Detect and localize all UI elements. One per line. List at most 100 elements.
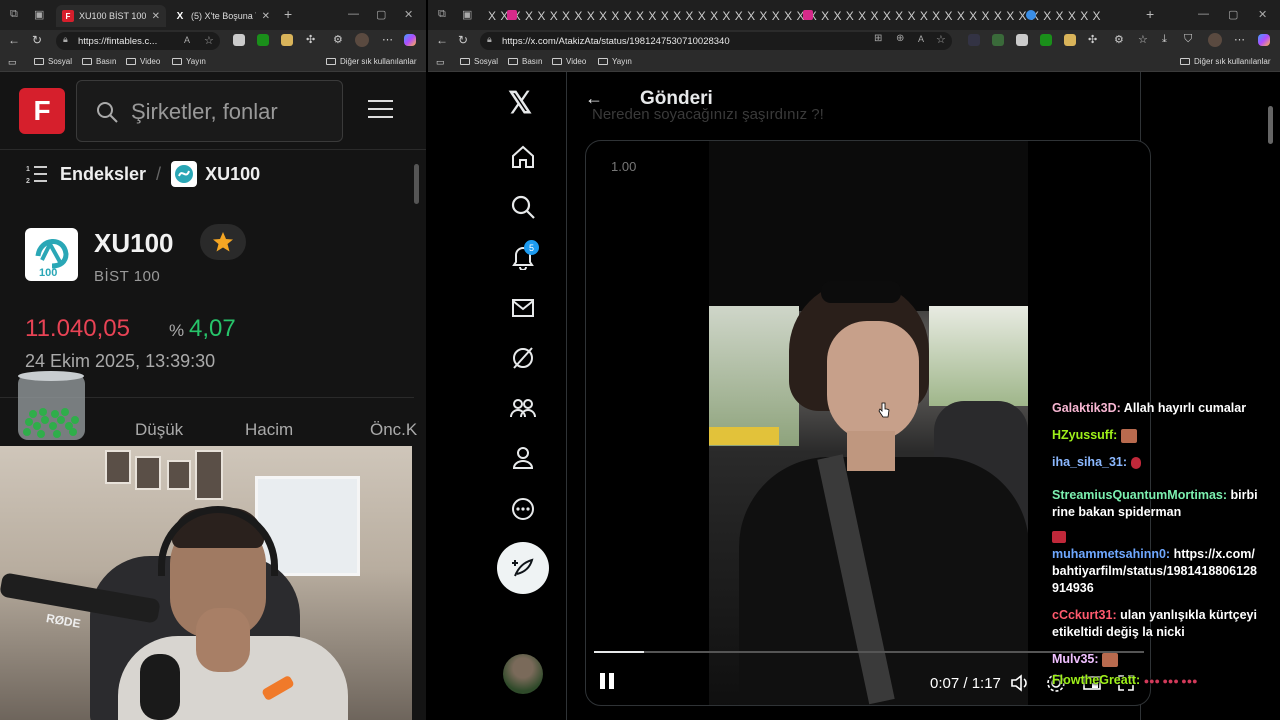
favorite-button[interactable] [200, 224, 246, 260]
breadcrumb-parent[interactable]: Endeksler [60, 164, 146, 185]
profile-icon[interactable] [508, 443, 538, 473]
minimize-icon[interactable]: — [348, 8, 359, 20]
tab-fintables[interactable]: F XU100 BİST 100 Fiy ✕ [56, 5, 166, 27]
extension-icon[interactable] [281, 34, 293, 46]
volume-icon[interactable] [1010, 673, 1030, 693]
wall-frames [105, 450, 225, 506]
zoom-icon[interactable]: ⊕ [896, 33, 904, 44]
bookmark-folder[interactable]: Yayın [172, 57, 206, 66]
communities-icon[interactable] [508, 393, 538, 423]
bookmark-folder[interactable]: Sosyal [460, 57, 498, 66]
workspaces-icon[interactable]: ⧉ [10, 8, 18, 21]
more-icon[interactable] [508, 494, 538, 524]
search-input[interactable]: Şirketler, fonlar [76, 80, 343, 142]
page-title: Gönderi [640, 88, 713, 109]
favorites-icon[interactable]: ☆ [1138, 33, 1148, 46]
scrollbar-thumb[interactable] [414, 164, 419, 204]
breadcrumb-current: XU100 [205, 163, 261, 184]
extension-icon[interactable] [968, 34, 980, 46]
extension-icon[interactable] [992, 34, 1004, 46]
apps-icon[interactable]: ⊞ [874, 33, 882, 44]
tab-actions-icon[interactable]: ▣ [462, 8, 472, 21]
folder-icon [126, 58, 136, 65]
bookmark-folder[interactable]: Video [552, 57, 586, 66]
copilot-icon[interactable] [1258, 34, 1270, 46]
pause-icon[interactable] [598, 671, 616, 691]
instagram-tab-icon[interactable] [803, 10, 813, 20]
bookmark-label: Basın [96, 57, 117, 66]
bookmark-other-folder[interactable]: Diğer sık kullanılanlar [1180, 57, 1270, 66]
favorite-star-icon[interactable]: ☆ [936, 33, 946, 46]
extensions-puzzle-icon[interactable]: ✣ [306, 33, 315, 46]
bookmark-folder[interactable]: Yayın [598, 57, 632, 66]
back-arrow-icon[interactable]: ← [585, 88, 603, 109]
copilot-icon[interactable] [404, 34, 416, 46]
extension-icon[interactable] [1040, 34, 1052, 46]
settings-icon[interactable]: ⚙ [1114, 33, 1124, 46]
compose-post-button[interactable] [497, 542, 549, 594]
extension-icon[interactable] [1016, 34, 1028, 46]
minimize-icon[interactable]: — [1198, 8, 1209, 20]
bookmark-folder[interactable]: Sosyal [34, 57, 72, 66]
tab-x[interactable]: X (5) X'te Boşuna Tıkla ✕ [168, 5, 276, 27]
tab-actions-icon[interactable]: ▣ [34, 8, 44, 21]
hamburger-menu-icon[interactable] [368, 100, 393, 120]
bookmark-other-folder[interactable]: Diğer sık kullanılanlar [326, 57, 416, 66]
maximize-icon[interactable]: ▢ [1228, 8, 1238, 21]
extension-icon[interactable] [257, 34, 269, 46]
folder-icon [552, 58, 562, 65]
page-scrollbar-thumb[interactable] [1268, 106, 1273, 144]
extensions-puzzle-icon[interactable]: ✣ [1088, 33, 1097, 46]
profile-avatar-icon[interactable] [355, 33, 369, 47]
url-text: https://fintables.c... [78, 35, 158, 47]
bookmarks-icon[interactable]: ▭ [8, 57, 17, 68]
home-icon[interactable] [508, 142, 538, 172]
back-icon[interactable]: ← [8, 33, 20, 47]
bookmark-folder[interactable]: Video [126, 57, 160, 66]
workspaces-icon[interactable]: ⧉ [438, 8, 446, 21]
extension-icon[interactable] [1064, 34, 1076, 46]
instagram-tab-icon[interactable] [507, 10, 517, 20]
read-aloud-icon[interactable]: A [184, 35, 190, 45]
folder-icon [82, 58, 92, 65]
close-window-icon[interactable]: ✕ [404, 8, 413, 21]
settings-icon[interactable]: ⚙ [333, 33, 343, 46]
maximize-icon[interactable]: ▢ [376, 8, 386, 21]
bookmarks-icon[interactable]: ▭ [436, 57, 445, 68]
left-address-bar: ← ↻ 🔒︎ https://fintables.c... A ☆ ✣ ⚙ ⋯ [0, 30, 426, 52]
shield-icon[interactable]: ⛉ [1184, 33, 1192, 46]
fintables-logo[interactable]: F [19, 88, 65, 134]
reload-icon[interactable]: ↻ [458, 33, 468, 47]
new-tab-icon[interactable]: + [284, 6, 292, 22]
more-menu-icon[interactable]: ⋯ [382, 33, 393, 46]
mail-icon[interactable] [508, 293, 538, 323]
reload-icon[interactable]: ↻ [32, 33, 42, 47]
search-icon[interactable] [508, 192, 538, 222]
more-menu-icon[interactable]: ⋯ [1234, 33, 1245, 46]
account-avatar[interactable] [503, 654, 543, 694]
video-progress-fill [594, 651, 644, 653]
grok-icon[interactable] [508, 343, 538, 373]
tab-icon[interactable] [1026, 10, 1036, 20]
close-window-icon[interactable]: ✕ [1258, 8, 1267, 21]
x-logo[interactable]: 𝕏 [508, 86, 532, 121]
close-tab-icon[interactable]: ✕ [152, 11, 160, 22]
favorite-star-icon[interactable]: ☆ [204, 34, 214, 47]
bookmark-folder[interactable]: Basın [82, 57, 116, 66]
new-tab-icon[interactable]: + [1146, 6, 1154, 22]
close-tab-icon[interactable]: ✕ [262, 11, 270, 22]
back-icon[interactable]: ← [436, 33, 448, 47]
download-icon[interactable]: ⤓ [1162, 33, 1167, 46]
index-name: BİST 100 [94, 268, 161, 285]
read-aloud-icon[interactable]: A [918, 34, 924, 44]
extension-icon[interactable] [233, 34, 245, 46]
profile-avatar-icon[interactable] [1208, 33, 1222, 47]
feather-plus-icon [512, 558, 534, 577]
webcam-overlay: RØDE [0, 446, 412, 720]
url-field[interactable]: 🔒︎ https://fintables.c... [56, 32, 220, 50]
folder-icon [460, 58, 470, 65]
lock-icon: 🔒︎ [487, 34, 492, 44]
x-tabs-row[interactable]: X X X X X X X X X X X X X X X X X X X X … [488, 9, 1138, 23]
bookmark-folder[interactable]: Basın [508, 57, 542, 66]
lock-icon: 🔒︎ [63, 34, 68, 44]
